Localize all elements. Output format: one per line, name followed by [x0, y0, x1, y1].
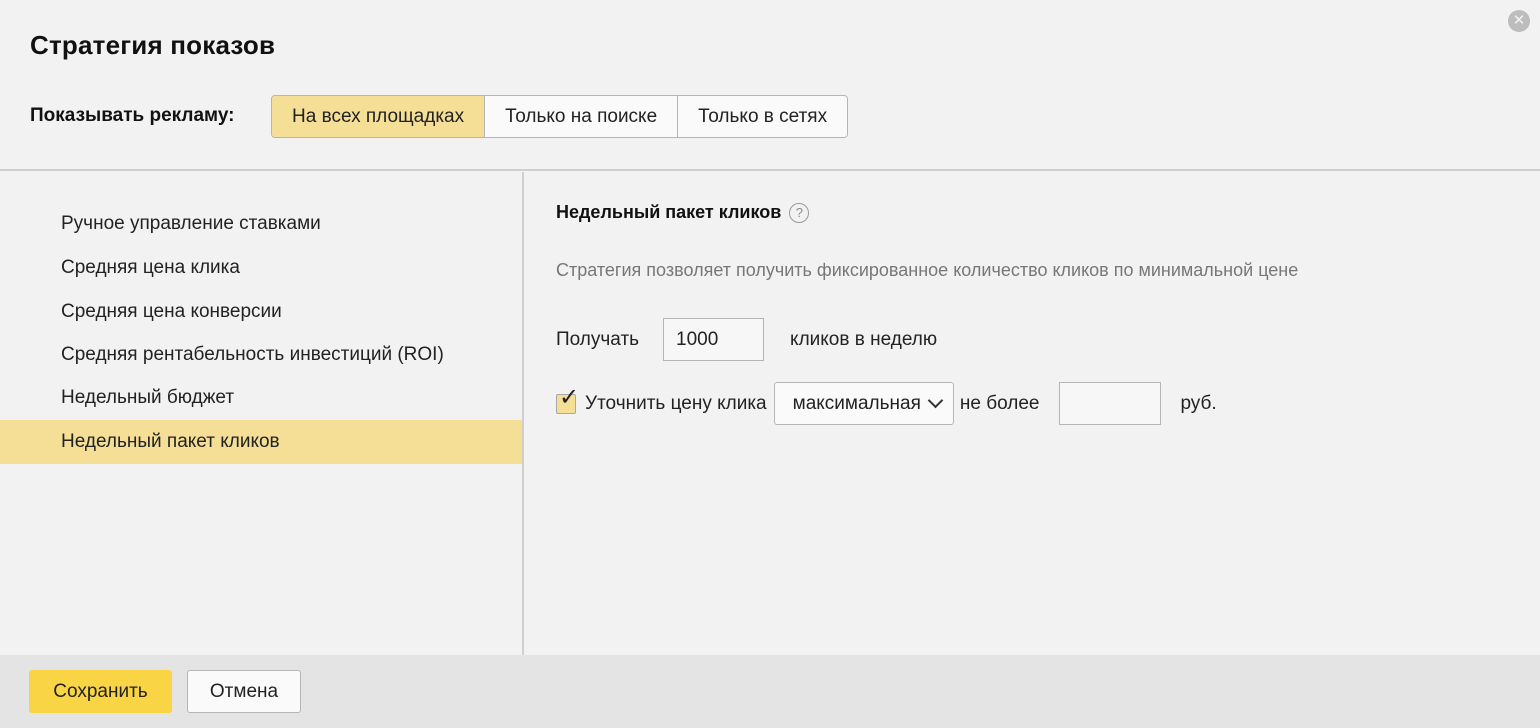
- placement-option-all[interactable]: На всех площадках: [272, 96, 486, 137]
- cancel-button[interactable]: Отмена: [187, 670, 301, 713]
- price-mode-dropdown[interactable]: максимальная: [773, 382, 954, 425]
- close-icon[interactable]: ✕: [1508, 10, 1530, 32]
- dialog-footer: Сохранить Отмена: [0, 655, 1540, 728]
- dialog-header: Стратегия показов ✕ Показывать рекламу: …: [0, 0, 1540, 171]
- strategy-item-weekly-budget[interactable]: Недельный бюджет: [0, 376, 522, 420]
- strategy-list: Ручное управление ставками Средняя цена …: [0, 172, 524, 655]
- save-button[interactable]: Сохранить: [29, 670, 172, 713]
- strategy-item-avg-conversion-price[interactable]: Средняя цена конверсии: [0, 290, 522, 334]
- strategy-item-manual[interactable]: Ручное управление ставками: [0, 202, 522, 246]
- clicks-suffix: кликов в неделю: [790, 328, 938, 350]
- checkmark-icon: ✓: [559, 383, 580, 411]
- refine-price-row: ✓ Уточнить цену клика максимальная не бо…: [556, 382, 1217, 425]
- dialog-title: Стратегия показов: [30, 30, 276, 60]
- strategy-dialog: Стратегия показов ✕ Показывать рекламу: …: [0, 0, 1540, 728]
- receive-label: Получать: [556, 328, 640, 350]
- currency-label: руб.: [1180, 392, 1217, 414]
- price-mode-value: максимальная: [792, 392, 921, 414]
- refine-price-label: Уточнить цену клика: [585, 392, 767, 414]
- placement-option-search[interactable]: Только на поиске: [485, 96, 679, 137]
- chevron-down-icon: [927, 392, 944, 409]
- refine-price-checkbox[interactable]: ✓: [556, 385, 579, 414]
- details-title-text: Недельный пакет кликов: [556, 202, 782, 222]
- question-circle-icon[interactable]: ?: [789, 202, 810, 223]
- placement-label: Показывать рекламу:: [30, 105, 235, 126]
- placement-option-networks[interactable]: Только в сетях: [678, 96, 848, 137]
- details-title: Недельный пакет кликов ?: [556, 202, 810, 223]
- weekly-clicks-input[interactable]: [663, 318, 765, 361]
- strategy-item-avg-click-price[interactable]: Средняя цена клика: [0, 246, 522, 290]
- strategy-details: Недельный пакет кликов ? Стратегия позво…: [526, 172, 1540, 655]
- strategy-item-roi[interactable]: Средняя рентабельность инвестиций (ROI): [0, 333, 522, 377]
- details-description: Стратегия позволяет получить фиксированн…: [556, 260, 1299, 280]
- strategy-item-weekly-clicks[interactable]: Недельный пакет кликов: [0, 420, 522, 464]
- placement-selector: На всех площадках Только на поиске Тольк…: [271, 95, 849, 138]
- not-more-label: не более: [959, 392, 1040, 414]
- clicks-row: Получать кликов в неделю: [556, 318, 937, 361]
- max-price-input[interactable]: [1059, 382, 1162, 425]
